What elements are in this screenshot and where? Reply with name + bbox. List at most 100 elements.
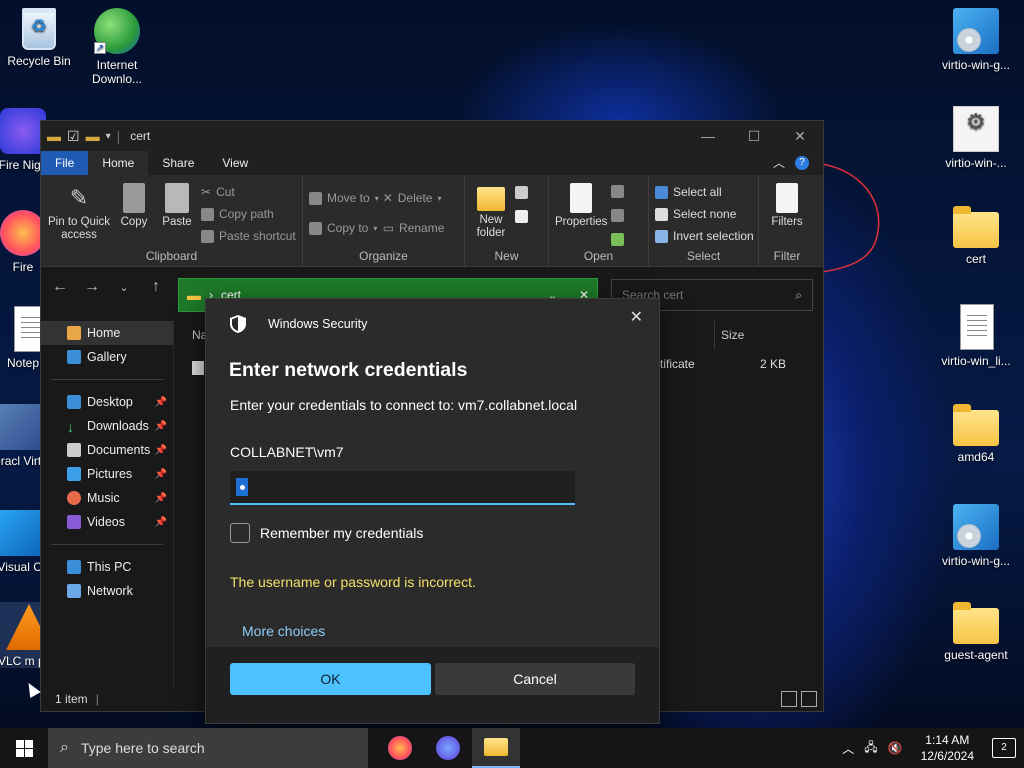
folder-icon bbox=[953, 404, 999, 446]
close-button[interactable]: ✕ bbox=[777, 121, 823, 151]
forward-arrow-icon[interactable]: → bbox=[79, 278, 105, 296]
select-all-button[interactable]: Select all bbox=[655, 183, 754, 201]
rename-button[interactable]: ▭ Rename bbox=[383, 219, 445, 237]
pin-icon: ✎ bbox=[69, 185, 89, 210]
sidebar-divider bbox=[51, 544, 163, 545]
desktop-icon-recycle-bin[interactable]: Recycle Bin bbox=[0, 8, 78, 68]
copy-button[interactable]: Copy bbox=[115, 179, 153, 248]
remember-credentials-checkbox[interactable] bbox=[230, 523, 250, 543]
remember-credentials-option[interactable]: Remember my credentials bbox=[230, 523, 423, 543]
taskbar-search-box[interactable]: ⌕ Type here to search bbox=[48, 728, 368, 768]
cut-button[interactable]: ✂ Cut bbox=[201, 183, 296, 201]
desktop-icon-amd64-folder[interactable]: amd64 bbox=[936, 402, 1016, 464]
clipboard-paste-icon bbox=[165, 183, 189, 213]
details-view-icon[interactable] bbox=[781, 691, 797, 707]
delete-button[interactable]: ✕ Delete ▾ bbox=[383, 189, 445, 207]
rename-icon: ▭ bbox=[382, 221, 395, 235]
network-icon[interactable]: 🖧 bbox=[864, 738, 877, 759]
download-manager-icon: ↗ bbox=[94, 8, 140, 54]
notification-center-icon[interactable]: 2 bbox=[992, 738, 1016, 758]
move-to-button[interactable]: Move to ▾ bbox=[309, 189, 379, 207]
desktop-icon-virtio-win-guest-tools-2[interactable]: virtio-win-g... bbox=[936, 504, 1016, 568]
desktop-icon-virtio-win-setup[interactable]: virtio-win-... bbox=[936, 106, 1016, 170]
taskbar-file-explorer[interactable] bbox=[472, 728, 520, 768]
up-arrow-icon[interactable]: ↑ bbox=[143, 278, 169, 296]
pictures-icon bbox=[67, 467, 81, 481]
group-label-open: Open bbox=[583, 249, 614, 263]
pin-icon[interactable]: 📌 bbox=[155, 397, 167, 408]
more-choices-link[interactable]: More choices bbox=[242, 623, 325, 639]
invert-selection-button[interactable]: Invert selection bbox=[655, 227, 754, 245]
sidebar-item-network[interactable]: Network bbox=[41, 579, 173, 603]
taskbar-firefox-nightly[interactable] bbox=[424, 728, 472, 768]
dialog-close-icon[interactable]: ✕ bbox=[630, 307, 643, 327]
new-folder-qa-icon[interactable]: ▬ bbox=[86, 128, 100, 144]
open-button[interactable] bbox=[611, 183, 624, 201]
desktop-icon-internet-download-manager[interactable]: ↗ Internet Downlo... bbox=[78, 8, 156, 86]
windows-security-dialog: Windows Security ✕ Enter network credent… bbox=[205, 298, 660, 724]
delete-x-icon: ✕ bbox=[382, 191, 393, 205]
dialog-app-name: Windows Security bbox=[268, 317, 368, 331]
column-header-size[interactable]: Size bbox=[714, 321, 796, 349]
properties-button[interactable]: Properties bbox=[555, 179, 607, 248]
back-arrow-icon[interactable]: ← bbox=[47, 278, 73, 296]
taskbar-firefox[interactable] bbox=[376, 728, 424, 768]
start-button[interactable] bbox=[0, 728, 48, 768]
help-icon[interactable]: ? bbox=[795, 156, 809, 170]
collapse-ribbon-chevron-icon[interactable]: ︿ bbox=[773, 151, 785, 175]
properties-qa-icon[interactable]: ☑ bbox=[67, 128, 80, 145]
easy-access-button[interactable] bbox=[515, 207, 528, 225]
volume-muted-icon[interactable]: 🔇 bbox=[888, 741, 903, 755]
computer-icon bbox=[67, 560, 81, 574]
file-size-cell: 2 KB bbox=[760, 357, 787, 371]
password-field[interactable] bbox=[230, 471, 575, 505]
tab-share[interactable]: Share bbox=[148, 151, 208, 175]
select-all-icon bbox=[655, 185, 668, 199]
desktop-icon-guest-agent-folder[interactable]: guest-agent bbox=[936, 600, 1016, 662]
pin-icon[interactable]: 📌 bbox=[155, 493, 167, 504]
pin-icon[interactable]: 📌 bbox=[155, 517, 167, 528]
sidebar-item-pictures[interactable]: Pictures 📌 bbox=[41, 462, 173, 486]
select-none-button[interactable]: Select none bbox=[655, 205, 754, 223]
tab-file[interactable]: File bbox=[41, 151, 89, 175]
tab-home[interactable]: Home bbox=[88, 151, 149, 175]
pin-to-quick-access-button[interactable]: ✎ Pin to Quick access bbox=[47, 179, 111, 248]
paste-shortcut-button[interactable]: Paste shortcut bbox=[201, 227, 296, 245]
sidebar-item-home[interactable]: Home bbox=[41, 321, 173, 345]
pin-icon[interactable]: 📌 bbox=[155, 445, 167, 456]
sidebar-item-this-pc[interactable]: This PC bbox=[41, 555, 173, 579]
edit-button[interactable] bbox=[611, 207, 624, 225]
music-icon bbox=[67, 491, 81, 505]
copy-to-button[interactable]: Copy to ▾ bbox=[309, 219, 379, 237]
new-item-button[interactable] bbox=[515, 183, 528, 201]
customize-qa-chevron-icon[interactable]: ▾ bbox=[106, 131, 111, 142]
sidebar-item-downloads[interactable]: ↓ Downloads 📌 bbox=[41, 414, 173, 438]
minimize-button[interactable]: — bbox=[685, 121, 731, 151]
paste-button[interactable]: Paste bbox=[157, 179, 197, 248]
sidebar-item-documents[interactable]: Documents 📌 bbox=[41, 438, 173, 462]
scissors-icon: ✂ bbox=[201, 185, 212, 199]
clock[interactable]: 1:14 AM 12/6/2024 bbox=[921, 732, 974, 764]
pin-icon[interactable]: 📌 bbox=[155, 421, 167, 432]
recent-locations-chevron-icon[interactable]: ⌄ bbox=[111, 281, 137, 294]
file-explorer-icon bbox=[484, 738, 508, 756]
filters-button[interactable]: Filters bbox=[765, 179, 809, 248]
sidebar-item-videos[interactable]: Videos 📌 bbox=[41, 510, 173, 534]
desktop-icon-virtio-win-license[interactable]: virtio-win_li... bbox=[936, 304, 1016, 368]
copy-path-button[interactable]: Copy path bbox=[201, 205, 296, 223]
sidebar-item-gallery[interactable]: Gallery bbox=[41, 345, 173, 369]
sidebar-item-music[interactable]: Music 📌 bbox=[41, 486, 173, 510]
desktop-icon-virtio-win-guest-tools[interactable]: virtio-win-g... bbox=[936, 8, 1016, 72]
show-hidden-icons-chevron-icon[interactable]: ︿ bbox=[842, 740, 854, 757]
sidebar-item-desktop[interactable]: Desktop 📌 bbox=[41, 390, 173, 414]
new-folder-button[interactable]: New folder bbox=[471, 179, 511, 248]
desktop-icon-cert-folder[interactable]: cert bbox=[936, 204, 1016, 266]
maximize-button[interactable]: ☐ bbox=[731, 121, 777, 151]
tab-view[interactable]: View bbox=[208, 151, 262, 175]
large-icons-view-icon[interactable] bbox=[801, 691, 817, 707]
red-annotation-mark bbox=[821, 163, 880, 273]
cancel-button[interactable]: Cancel bbox=[435, 663, 635, 695]
history-button[interactable] bbox=[611, 230, 624, 248]
ok-button[interactable]: OK bbox=[230, 663, 431, 695]
pin-icon[interactable]: 📌 bbox=[155, 469, 167, 480]
